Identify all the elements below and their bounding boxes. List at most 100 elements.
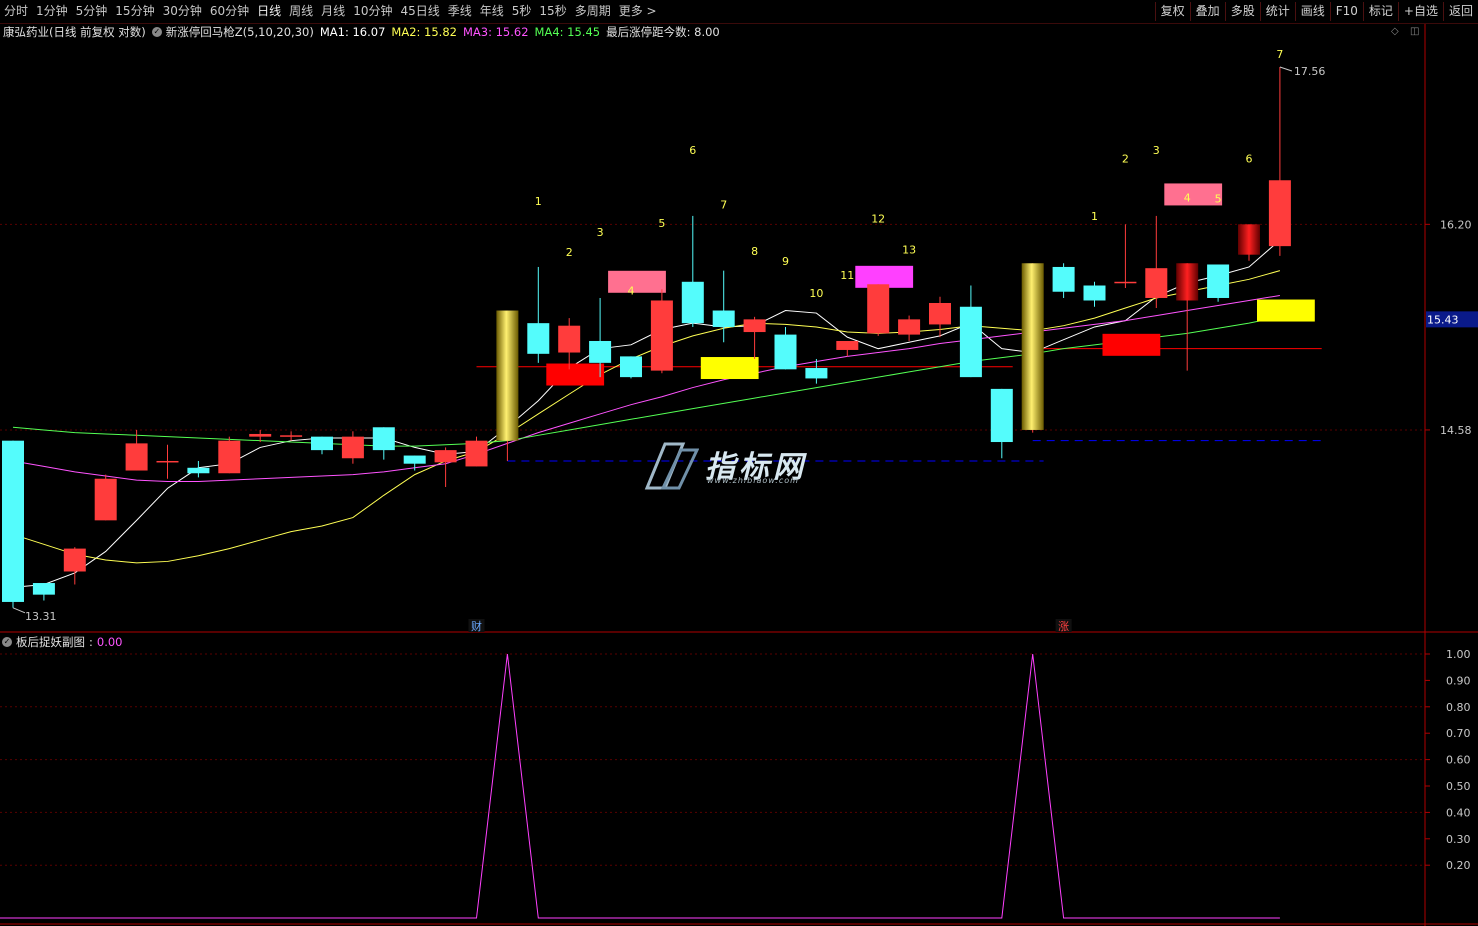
low-pointer	[12, 607, 26, 614]
day-count-label: 6	[689, 144, 696, 157]
ma4-line	[12, 316, 1281, 447]
candle	[743, 316, 766, 359]
sub-tick-label: 0.40	[1446, 806, 1471, 819]
candle	[187, 460, 210, 478]
candle-body	[125, 443, 148, 471]
sub-tick-label: 0.70	[1446, 727, 1471, 740]
candle-body	[743, 319, 766, 333]
watermark-url: www.zhibiaow.com	[707, 476, 799, 485]
candle	[527, 266, 550, 363]
candle-body	[1145, 268, 1168, 298]
candle	[990, 388, 1013, 459]
day-count-label: 10	[809, 287, 823, 300]
candle	[1021, 263, 1044, 433]
candle-body	[63, 548, 86, 572]
candle-body	[1114, 281, 1137, 284]
signal-block	[700, 357, 759, 380]
candle	[496, 310, 519, 461]
candle	[94, 474, 117, 521]
candle-body	[280, 435, 303, 437]
day-count-label: 3	[597, 226, 604, 239]
candle	[156, 444, 179, 479]
sub-separator: :	[89, 635, 93, 649]
candle	[1114, 224, 1137, 288]
candle-body	[341, 436, 364, 459]
candle-body	[558, 325, 581, 353]
day-count-label: 3	[1153, 144, 1160, 157]
candle-body	[867, 284, 890, 334]
candle	[1207, 264, 1230, 302]
candle	[32, 583, 55, 601]
candle-body	[681, 281, 704, 324]
current-price-label: 15.43	[1427, 313, 1459, 326]
candle-body	[465, 440, 488, 467]
candle-body	[1021, 263, 1044, 430]
day-count-label: 1	[535, 195, 542, 208]
signal-block	[1164, 183, 1223, 206]
sub-indicator-value: 0.00	[96, 635, 123, 649]
candle-body	[32, 583, 55, 595]
candle-body	[898, 319, 921, 335]
candle-body	[650, 300, 673, 371]
signal-block	[608, 270, 666, 293]
candle-body	[311, 436, 333, 451]
event-marker: 财	[471, 619, 482, 633]
day-count-label: 8	[751, 245, 758, 258]
day-count-label: 4	[1184, 191, 1191, 204]
candle	[558, 318, 581, 370]
candle-body	[589, 340, 612, 363]
candle-body	[805, 368, 828, 379]
sub-indicator-dropdown-icon[interactable]: ✓	[2, 637, 12, 647]
sub-tick-label: 0.20	[1446, 859, 1471, 872]
candle	[218, 436, 241, 474]
candle-body	[372, 427, 395, 451]
candle-body	[990, 388, 1013, 443]
candle	[1145, 215, 1168, 309]
watermark-logo-icon	[644, 442, 700, 490]
day-count-label: 5	[1215, 192, 1222, 205]
candle-body	[1268, 180, 1291, 247]
high-price-label: 17.56	[1294, 65, 1326, 78]
sub-tick-label: 0.80	[1446, 701, 1471, 714]
day-count-label: 1	[1091, 210, 1098, 223]
candle	[959, 285, 982, 378]
day-count-label: 6	[1246, 152, 1253, 165]
day-count-label: 11	[840, 269, 854, 282]
candle-body	[527, 323, 550, 354]
candle	[372, 427, 395, 460]
price-label: 14.58	[1440, 424, 1472, 437]
day-count-label: 2	[566, 246, 573, 259]
candle	[1238, 224, 1260, 261]
sub-tick-label: 0.90	[1446, 674, 1471, 687]
candle	[681, 215, 704, 327]
candle-body	[434, 450, 457, 463]
candle	[650, 289, 673, 374]
signal-block	[546, 363, 605, 386]
candle	[465, 436, 488, 467]
candle-body	[959, 306, 982, 378]
candle-body	[1207, 264, 1230, 298]
candle	[836, 340, 859, 357]
high-pointer	[1279, 66, 1293, 72]
candle	[403, 455, 426, 471]
price-label: 16.20	[1440, 218, 1472, 231]
signal-block	[1102, 333, 1161, 356]
day-count-label: 7	[1276, 48, 1283, 61]
candle	[341, 431, 364, 464]
day-count-label: 7	[720, 199, 727, 212]
candle-body	[836, 340, 859, 350]
sub-indicator-title[interactable]: 板后捉妖副图	[16, 634, 85, 650]
sub-tick-label: 0.50	[1446, 780, 1471, 793]
sub-series-line	[0, 653, 1280, 919]
candle-body	[1052, 266, 1075, 292]
candle-body	[929, 302, 951, 325]
candle	[774, 326, 797, 370]
candle-body	[187, 467, 210, 474]
day-count-label: 12	[871, 212, 885, 225]
day-count-label: 9	[782, 255, 789, 268]
candle-body	[1238, 224, 1260, 255]
candle-body	[2, 440, 24, 602]
candle-body	[249, 433, 272, 437]
candle-body	[403, 455, 426, 464]
candle	[867, 284, 890, 336]
